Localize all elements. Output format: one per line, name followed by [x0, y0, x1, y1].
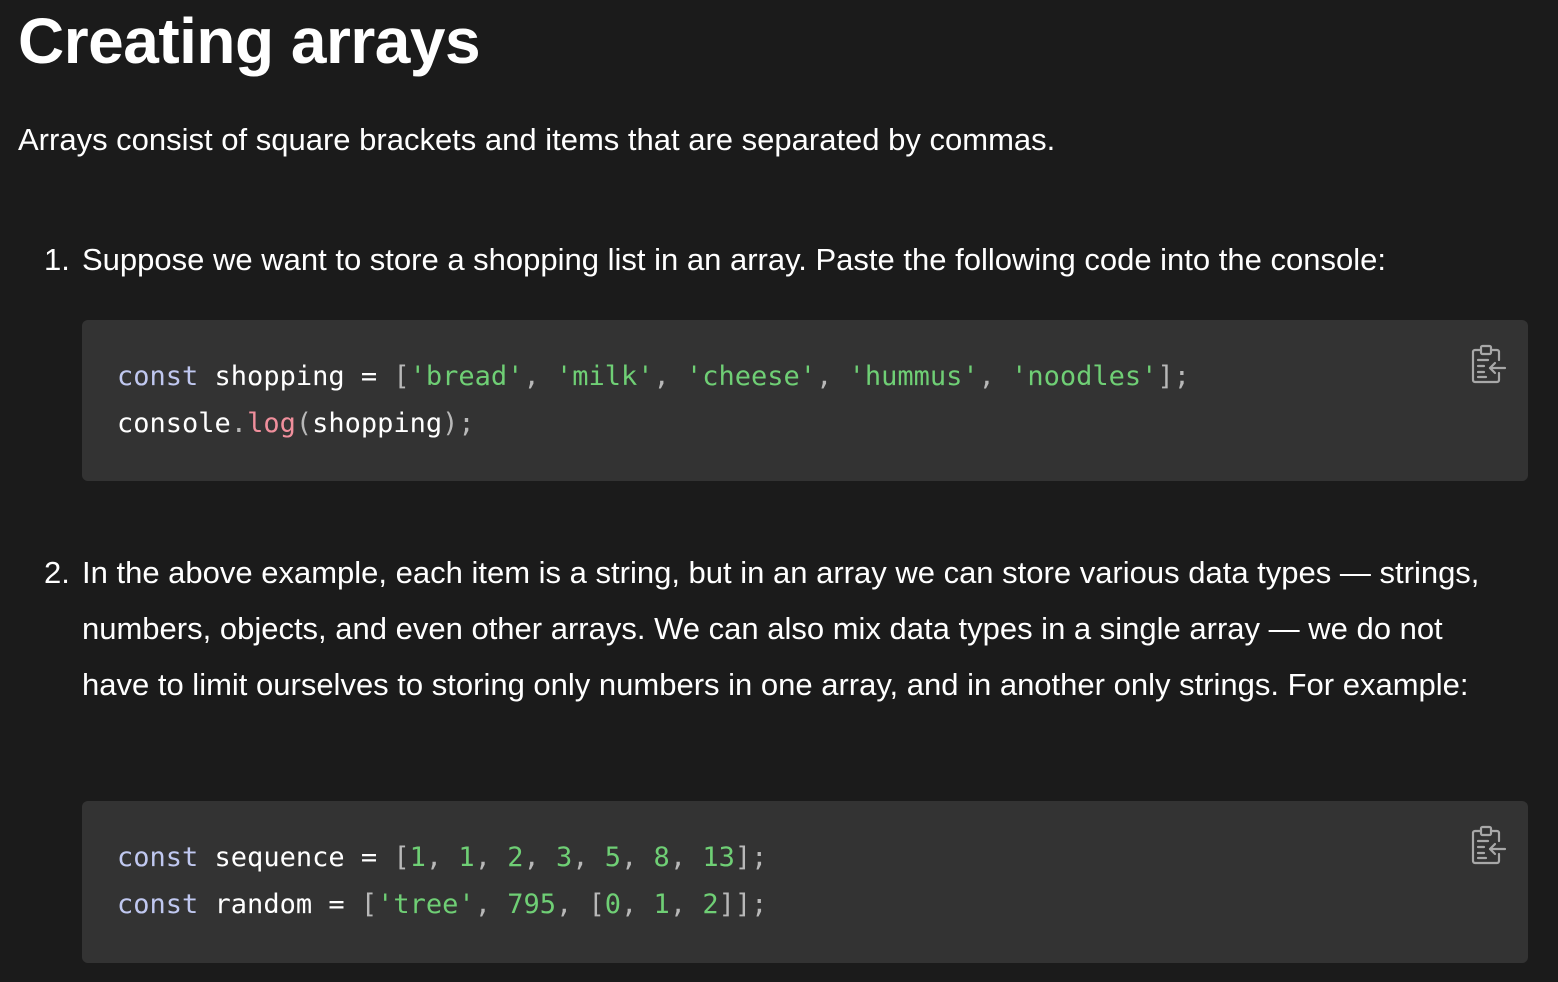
code-string: 'hummus': [848, 361, 979, 392]
code-lines: const shopping = ['bread', 'milk', 'chee…: [117, 353, 1190, 447]
code-punctuation: ,: [669, 842, 703, 873]
code-number: 0: [604, 889, 622, 920]
code-string: 'tree': [377, 889, 475, 920]
code-line: const sequence = [1, 1, 2, 3, 5, 8, 13];: [117, 842, 767, 873]
code-string: 'milk': [555, 361, 654, 392]
copy-to-clipboard-icon[interactable]: [1470, 344, 1508, 384]
code-punctuation: ,: [653, 361, 687, 392]
step-text: Suppose we want to store a shopping list…: [82, 242, 1386, 277]
code-number: 8: [653, 842, 670, 873]
code-lines: const sequence = [1, 1, 2, 3, 5, 8, 13];…: [117, 834, 767, 928]
code-identifier: [198, 842, 214, 873]
code-identifier: sequence: [214, 842, 345, 873]
code-line: const shopping = ['bread', 'milk', 'chee…: [117, 361, 1190, 392]
code-keyword: const: [117, 361, 199, 392]
code-punctuation: ,: [621, 889, 654, 920]
code-punctuation: [: [588, 889, 605, 920]
code-block-2: const sequence = [1, 1, 2, 3, 5, 8, 13];…: [82, 801, 1528, 963]
article: Creating arrays Arrays consist of square…: [0, 0, 1558, 982]
code-number: 2: [702, 889, 719, 920]
code-punctuation: [: [393, 361, 410, 392]
code-number: 5: [604, 842, 622, 873]
code-punctuation: ]];: [718, 889, 768, 920]
page-title: Creating arrays: [18, 5, 481, 77]
code-function: log: [247, 408, 296, 439]
code-string: 'cheese': [686, 361, 817, 392]
code-number: 13: [702, 842, 735, 873]
code-punctuation: ,: [474, 842, 508, 873]
code-punctuation: ,: [523, 361, 556, 392]
step-text: In the above example, each item is a str…: [82, 555, 1480, 702]
code-punctuation: ,: [669, 889, 703, 920]
code-keyword: const: [117, 842, 199, 873]
code-punctuation: ];: [734, 842, 768, 873]
code-block-1: const shopping = ['bread', 'milk', 'chee…: [82, 320, 1528, 481]
code-punctuation: .: [230, 408, 248, 439]
code-punctuation: [: [360, 889, 378, 920]
code-identifier: =: [344, 842, 394, 873]
intro-paragraph: Arrays consist of square brackets and it…: [18, 122, 1056, 157]
code-line: console.log(shopping);: [117, 408, 475, 439]
code-punctuation: );: [442, 408, 475, 439]
code-string: 'noodles': [1011, 361, 1158, 392]
code-keyword: const: [117, 889, 199, 920]
code-punctuation: [: [393, 842, 410, 873]
copy-to-clipboard-icon[interactable]: [1470, 825, 1508, 865]
code-identifier: console: [117, 408, 231, 439]
code-punctuation: (: [295, 408, 313, 439]
code-punctuation: ,: [425, 842, 459, 873]
code-number: 1: [458, 842, 475, 873]
code-string: 'bread': [409, 361, 524, 392]
code-punctuation: ,: [816, 361, 849, 392]
code-punctuation: ,: [572, 842, 605, 873]
code-punctuation: ,: [555, 889, 589, 920]
code-number: 3: [555, 842, 573, 873]
code-punctuation: ,: [978, 361, 1012, 392]
code-identifier: =: [312, 889, 361, 920]
code-number: 1: [409, 842, 426, 873]
code-identifier: =: [344, 361, 394, 392]
code-punctuation: ,: [621, 842, 654, 873]
code-identifier: shopping: [214, 361, 345, 392]
code-punctuation: ,: [474, 889, 508, 920]
code-identifier: random: [214, 889, 313, 920]
code-identifier: [198, 889, 214, 920]
code-identifier: shopping: [312, 408, 443, 439]
code-identifier: [198, 361, 214, 392]
code-number: 2: [507, 842, 524, 873]
step-number: 1.: [44, 242, 70, 277]
code-number: 795: [507, 889, 556, 920]
code-number: 1: [653, 889, 670, 920]
code-punctuation: ];: [1157, 361, 1190, 392]
code-punctuation: ,: [523, 842, 556, 873]
code-line: const random = ['tree', 795, [0, 1, 2]];: [117, 889, 767, 920]
step-number: 2.: [44, 555, 70, 590]
